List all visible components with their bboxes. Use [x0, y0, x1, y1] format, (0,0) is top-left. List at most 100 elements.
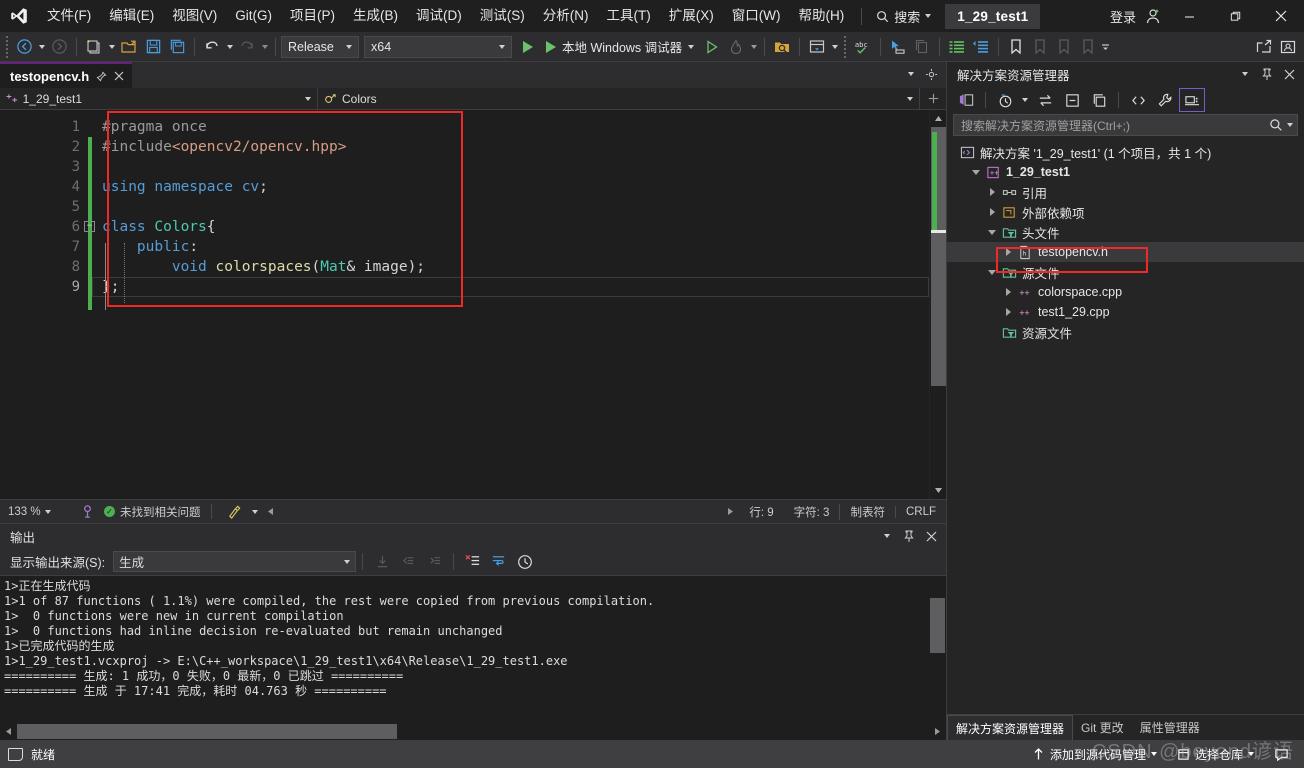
- twisty-collapsed-icon[interactable]: [1001, 288, 1015, 296]
- switch-views-icon[interactable]: [953, 88, 979, 112]
- menu-extensions[interactable]: 扩展(X): [660, 0, 723, 32]
- minimize-button[interactable]: [1166, 0, 1212, 32]
- global-search-box[interactable]: 搜索: [870, 5, 937, 27]
- tree-node-solution[interactable]: 解决方案 '1_29_test1' (1 个项目，共 1 个): [947, 142, 1304, 162]
- editor-horizontal-scrollbar[interactable]: [262, 506, 740, 518]
- output-scroll-right-arrow[interactable]: [929, 727, 946, 736]
- menu-build[interactable]: 生成(B): [344, 0, 407, 32]
- show-all-files-icon[interactable]: [1086, 88, 1112, 112]
- output-close-icon[interactable]: [920, 525, 942, 547]
- close-tab-icon[interactable]: [114, 71, 124, 81]
- navbar-split-icon[interactable]: [920, 88, 946, 109]
- se-pin-icon[interactable]: [1256, 63, 1278, 85]
- se-dropdown-icon[interactable]: [1234, 63, 1256, 85]
- copy-element-button[interactable]: [910, 35, 934, 59]
- output-scroll-left-arrow[interactable]: [0, 727, 17, 736]
- add-to-source-control-button[interactable]: 添加到源代码管理: [1025, 740, 1164, 768]
- undo-button[interactable]: [200, 35, 224, 59]
- tree-node-testopencv.h[interactable]: h testopencv.h: [947, 242, 1304, 262]
- tree-node-1_29_test1[interactable]: ++ 1_29_test1: [947, 162, 1304, 182]
- tab-mode-indicator[interactable]: 制表符: [839, 503, 895, 520]
- menu-git[interactable]: Git(G): [226, 0, 281, 32]
- tree-node-[interactable]: 资源文件: [947, 322, 1304, 342]
- solution-platform-dropdown[interactable]: x64: [364, 35, 512, 58]
- save-button[interactable]: [141, 35, 165, 59]
- new-project-button[interactable]: [82, 35, 106, 59]
- undo-dropdown[interactable]: [224, 44, 235, 49]
- new-project-dropdown[interactable]: [106, 44, 117, 49]
- intellisense-status-icon[interactable]: [74, 504, 100, 519]
- toolbar-overflow-button[interactable]: [1100, 40, 1111, 54]
- close-button[interactable]: [1258, 0, 1304, 32]
- tab-list-dropdown-icon[interactable]: [902, 64, 920, 84]
- sign-in-label[interactable]: 登录: [1100, 7, 1140, 26]
- spellcheck-abc-button[interactable]: abc: [850, 35, 875, 59]
- code-text-column[interactable]: #pragma once #include<opencv2/opencv.hpp>…: [84, 110, 929, 499]
- navbar-scope-dropdown[interactable]: Colors: [318, 88, 920, 109]
- output-hscroll-thumb[interactable]: [17, 724, 397, 739]
- editor-vertical-scrollbar[interactable]: [929, 110, 946, 499]
- output-scrollbar-thumb[interactable]: [930, 598, 945, 653]
- solution-name-chip[interactable]: 1_29_test1: [945, 3, 1041, 29]
- output-pin-icon[interactable]: [898, 525, 920, 547]
- window-layout-button[interactable]: [805, 35, 829, 59]
- twisty-collapsed-icon[interactable]: [985, 208, 999, 216]
- select-element-button[interactable]: [886, 35, 910, 59]
- scroll-left-arrow[interactable]: [264, 507, 278, 516]
- code-cleanup-dropdown[interactable]: [248, 509, 262, 514]
- twisty-expanded-icon[interactable]: [985, 229, 999, 235]
- tab-options-gear-icon[interactable]: [922, 64, 940, 84]
- share-button[interactable]: [1252, 35, 1276, 59]
- line-ending-indicator[interactable]: CRLF: [894, 505, 946, 518]
- navigate-backward-dropdown[interactable]: [36, 44, 47, 49]
- output-vertical-scrollbar[interactable]: [929, 576, 946, 723]
- properties-wrench-icon[interactable]: [1152, 88, 1178, 112]
- toolbar-grip-2[interactable]: [840, 35, 850, 58]
- code-editing-area[interactable]: 1 2 3 4 5 6 7 8 9 #pragma once #include<…: [0, 110, 946, 499]
- feedback-button[interactable]: [1267, 740, 1296, 768]
- tree-node-colorspace.cpp[interactable]: ++ colorspace.cpp: [947, 282, 1304, 302]
- menu-project[interactable]: 项目(P): [281, 0, 344, 32]
- local-windows-debugger-button[interactable]: 本地 Windows 调试器: [540, 35, 700, 59]
- search-options-chevron-icon[interactable]: [1287, 123, 1293, 127]
- toolbar-grip[interactable]: [2, 35, 12, 58]
- output-hscroll-track[interactable]: [17, 724, 929, 739]
- next-bookmark-button[interactable]: [1052, 35, 1076, 59]
- navigate-forward-button[interactable]: [47, 35, 71, 59]
- menu-analyze[interactable]: 分析(N): [534, 0, 598, 32]
- menu-window[interactable]: 窗口(W): [723, 0, 790, 32]
- scrollbar-track[interactable]: [931, 127, 946, 482]
- save-all-button[interactable]: [165, 35, 189, 59]
- output-horizontal-scrollbar[interactable]: [0, 723, 946, 740]
- window-layout-dropdown[interactable]: [829, 44, 840, 49]
- tree-node-[interactable]: 外部依赖项: [947, 202, 1304, 222]
- clear-output-button[interactable]: [460, 550, 486, 574]
- select-repository-button[interactable]: 选择仓库: [1170, 740, 1261, 768]
- pending-changes-dropdown[interactable]: [1019, 88, 1031, 112]
- output-source-dropdown[interactable]: 生成: [113, 551, 357, 572]
- next-message-button[interactable]: [421, 550, 447, 574]
- tab-git-changes[interactable]: Git 更改: [1073, 715, 1132, 740]
- start-without-debugging-button[interactable]: [700, 35, 724, 59]
- toggle-bookmark-button[interactable]: [1004, 35, 1028, 59]
- output-history-button[interactable]: [512, 550, 538, 574]
- twisty-expanded-icon[interactable]: [985, 269, 999, 275]
- hscrollbar-track[interactable]: [278, 506, 724, 518]
- twisty-collapsed-icon[interactable]: [1001, 248, 1015, 256]
- tree-node-[interactable]: 源文件: [947, 262, 1304, 282]
- sync-with-active-document-icon[interactable]: [1032, 88, 1058, 112]
- redo-dropdown[interactable]: [259, 44, 270, 49]
- navbar-project-dropdown[interactable]: ⁺₊ 1_29_test1: [0, 88, 318, 109]
- clear-bookmarks-button[interactable]: [1076, 35, 1100, 59]
- tree-node-test1_29.cpp[interactable]: ++ test1_29.cpp: [947, 302, 1304, 322]
- redo-button[interactable]: [235, 35, 259, 59]
- menu-file[interactable]: 文件(F): [38, 0, 100, 32]
- code-cleanup-icon[interactable]: [222, 504, 248, 519]
- go-to-message-button[interactable]: [369, 550, 395, 574]
- menu-view[interactable]: 视图(V): [163, 0, 226, 32]
- tree-node-[interactable]: 引用: [947, 182, 1304, 202]
- tree-node-[interactable]: 头文件: [947, 222, 1304, 242]
- output-body[interactable]: 1>正在生成代码 1>1 of 87 functions ( 1.1%) wer…: [0, 576, 946, 723]
- tab-solution-explorer[interactable]: 解决方案资源管理器: [947, 715, 1074, 740]
- tab-testopencv-h[interactable]: testopencv.h: [0, 62, 133, 88]
